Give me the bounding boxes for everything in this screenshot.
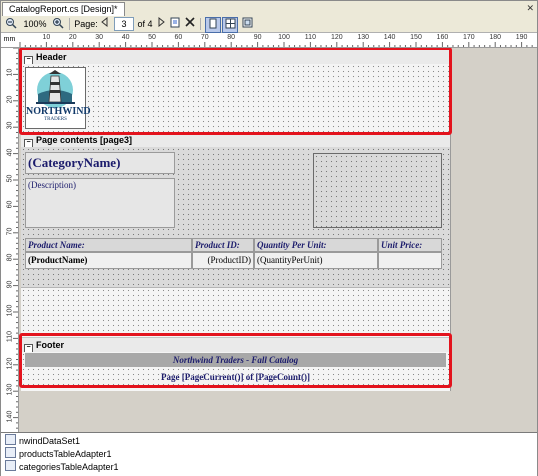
design-view-icon[interactable] [222,17,238,33]
close-tab-icon[interactable]: ✕ [526,2,534,15]
ruler-unit: mm [1,33,19,48]
product-id-cell[interactable]: (ProductID) [192,252,254,269]
column-header-product-id[interactable]: Product ID: [192,238,254,252]
description-field[interactable]: (Description) [25,178,175,228]
next-page-icon[interactable] [155,16,167,31]
ruler-label: 50 [148,34,156,41]
ruler-label: 80 [227,34,236,41]
footer-highlight [19,333,452,388]
ruler-label: 30 [6,121,14,130]
ruler-label: 60 [6,201,14,209]
document-tab-bar: CatalogReport.cs [Design]* ✕ [1,1,537,17]
designer-window: CatalogReport.cs [Design]* ✕ 100% Page: … [0,0,538,476]
unit-price-cell[interactable] [378,252,442,269]
toolbar-separator [200,18,201,30]
ruler-label: 40 [6,148,14,156]
table-adapter-icon [5,460,16,471]
ruler-label: 60 [174,34,183,41]
toolbar-separator [69,18,70,30]
ruler-label: 190 [515,34,528,41]
ruler-label: 120 [6,357,14,370]
contents-band-label: Page contents [page3] [36,135,133,145]
header-highlight [19,48,452,135]
page-spacer-area [21,287,450,333]
ruler-label: 180 [489,34,502,41]
zoom-level[interactable]: 100% [21,17,49,31]
ruler-label: 120 [330,34,343,41]
ruler-label: 140 [383,34,396,41]
component-tray: nwindDataSet1 productsTableAdapter1 cate… [1,432,537,476]
ruler-label: 110 [304,34,316,41]
page-count: of 4 [137,19,153,29]
page-label: Page: [74,19,98,29]
product-name-cell[interactable]: (ProductName) [25,252,192,269]
ruler-label: 140 [6,410,14,422]
ruler-label: 160 [436,34,449,41]
ruler-label: 170 [462,34,475,41]
left-ruler: 10 20 30 40 50 60 70 80 90 100 110 120 130 140 [1,48,19,432]
ruler-label: 100 [278,34,290,41]
table-adapter-icon [5,447,16,458]
component-label: categoriesTableAdapter1 [19,462,119,472]
quantity-per-unit-cell[interactable]: (QuantityPerUnit) [254,252,378,269]
column-header-unit-price[interactable]: Unit Price: [378,238,442,252]
multi-page-view-icon[interactable] [240,17,254,31]
category-name-field[interactable]: (CategoryName) [25,152,175,174]
single-page-view-icon[interactable] [205,17,221,33]
component-item[interactable]: categoriesTableAdapter1 [5,460,119,472]
preview-toolbar: 100% Page: 3 of 4 [1,16,537,33]
ruler-label: 80 [6,253,14,262]
delete-icon[interactable] [184,17,196,31]
component-label: nwindDataSet1 [19,436,81,446]
column-header-quantity-per-unit[interactable]: Quantity Per Unit: [254,238,378,252]
column-header-product-name[interactable]: Product Name: [25,238,192,252]
category-picture-field[interactable] [313,153,442,228]
ruler-label: 90 [253,34,262,41]
ruler-label: 20 [6,95,14,104]
component-label: productsTableAdapter1 [19,449,112,459]
zoom-in-icon[interactable] [51,17,65,31]
page-setup-icon[interactable] [169,17,181,31]
dataset-icon [5,434,16,445]
ruler-label: 30 [95,34,104,41]
ruler-label: 100 [6,304,14,317]
ruler-label: 10 [6,69,14,77]
ruler-label: 150 [410,34,422,41]
ruler-label: 90 [6,280,14,288]
component-item[interactable]: productsTableAdapter1 [5,447,112,459]
previous-page-icon[interactable] [99,16,111,31]
current-page-input[interactable]: 3 [114,17,134,31]
ruler-label: 20 [68,34,77,41]
ruler-label: 70 [6,227,14,236]
design-canvas: −Header NORTHWIND TRADERS −Page conten [19,48,537,432]
tab-catalog-report[interactable]: CatalogReport.cs [Design]* [2,2,125,16]
ruler-label: 110 [6,331,14,343]
ruler-label: 10 [42,34,51,41]
ruler-label: 70 [200,34,209,41]
component-item[interactable]: nwindDataSet1 [5,434,80,446]
zoom-out-icon[interactable] [4,17,18,31]
ruler-label: 130 [6,383,14,396]
top-ruler: 10 20 30 40 50 60 70 80 90 100 110 120 130 140 150 160 1… [18,33,537,48]
ruler-label: 130 [357,34,370,41]
ruler-label: 50 [6,174,14,183]
ruler-label: 40 [121,34,130,41]
